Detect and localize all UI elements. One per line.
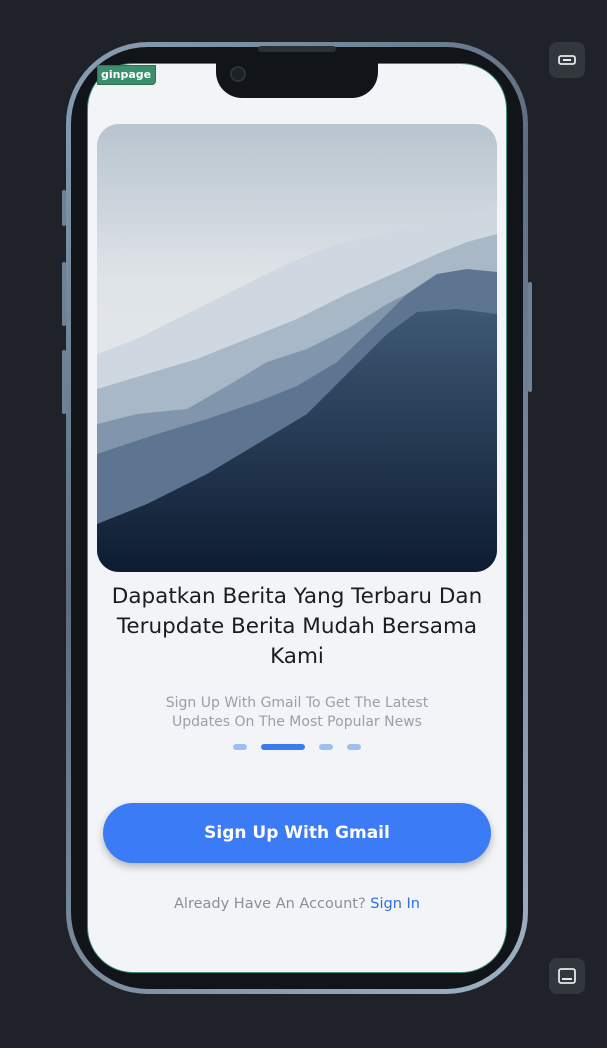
power-button <box>528 282 532 392</box>
device-frame-icon <box>558 968 576 984</box>
side-button-lower <box>62 350 66 414</box>
onboarding-headline: Dapatkan Berita Yang Terbaru Dan Terupda… <box>111 584 483 669</box>
device-compact-button[interactable] <box>549 42 585 78</box>
pagination-dot-4[interactable] <box>347 744 361 750</box>
pagination-dot-2-active[interactable] <box>261 744 305 750</box>
sign-in-prompt: Already Have An Account? <box>174 896 366 912</box>
speaker-grille <box>258 46 336 52</box>
pagination-dot-3[interactable] <box>319 744 333 750</box>
volume-button-down <box>62 262 66 326</box>
onboarding-hero-image <box>97 124 497 572</box>
sign-in-link[interactable]: Sign In <box>370 896 420 912</box>
onboarding-subtitle: Sign Up With Gmail To Get The Latest Upd… <box>165 695 429 730</box>
page-tag: ginpage <box>97 65 157 85</box>
volume-button-up <box>62 190 66 226</box>
pagination-dot-1[interactable] <box>233 744 247 750</box>
sign-in-row: Already Have An Account? Sign In <box>97 896 497 912</box>
device-compact-icon <box>558 55 576 65</box>
device-frame-button[interactable] <box>549 958 585 994</box>
sign-up-gmail-button[interactable]: Sign Up With Gmail <box>103 803 491 863</box>
front-camera-icon <box>230 66 246 82</box>
